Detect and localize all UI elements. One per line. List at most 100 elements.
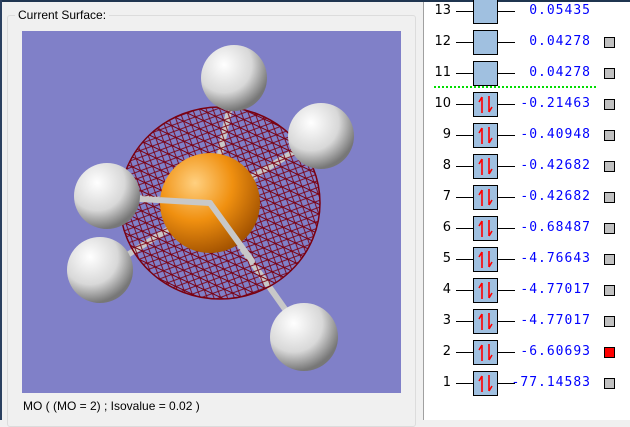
electron-pair-icon	[478, 189, 493, 206]
level-line	[456, 383, 473, 384]
orbital-row-5[interactable]: 5 -4.76643	[424, 247, 630, 273]
surface-toggle[interactable]	[604, 192, 615, 203]
surface-toggle[interactable]	[604, 99, 615, 110]
level-line	[456, 321, 473, 322]
orbital-box[interactable]	[473, 185, 498, 210]
orbital-number: 2	[442, 344, 451, 359]
surface-toggle[interactable]	[604, 378, 615, 389]
orbital-energy: -0.68487	[520, 220, 591, 235]
orbital-energy: -0.40948	[520, 127, 591, 142]
level-line	[456, 259, 473, 260]
orbital-energy: -4.77017	[520, 282, 591, 297]
level-line	[456, 135, 473, 136]
electron-pair-icon	[478, 127, 493, 144]
orbital-row-12[interactable]: 12 0.04278	[424, 30, 630, 56]
electron-pair-icon	[478, 251, 493, 268]
orbital-row-10[interactable]: 10 -0.21463	[424, 92, 630, 118]
level-line	[456, 42, 473, 43]
electron-pair-icon	[478, 344, 493, 361]
orbital-box[interactable]	[473, 92, 498, 117]
orbital-box[interactable]	[473, 154, 498, 179]
surface-toggle[interactable]	[604, 68, 615, 79]
level-line	[498, 321, 515, 322]
orbital-row-7[interactable]: 7 -0.42682	[424, 185, 630, 211]
level-line	[498, 259, 515, 260]
surface-toggle[interactable]	[604, 285, 615, 296]
orbital-row-11[interactable]: 11 0.04278	[424, 61, 630, 87]
level-line	[498, 228, 515, 229]
orbital-energy: -0.21463	[520, 96, 591, 111]
orbital-number: 12	[434, 34, 451, 49]
orbital-box[interactable]	[473, 123, 498, 148]
orbital-box[interactable]	[473, 247, 498, 272]
orbital-box[interactable]	[473, 0, 498, 24]
orbital-box[interactable]	[473, 340, 498, 365]
orbital-row-9[interactable]: 9 -0.40948	[424, 123, 630, 149]
orbital-box[interactable]	[473, 278, 498, 303]
level-line	[456, 104, 473, 105]
level-line	[498, 135, 515, 136]
orbital-row-1[interactable]: 1 -77.14583	[424, 371, 630, 397]
orbital-number: 10	[434, 96, 451, 111]
orbital-box[interactable]	[473, 30, 498, 55]
surface-toggle[interactable]	[604, 316, 615, 327]
level-line	[456, 197, 473, 198]
orbital-row-4[interactable]: 4 -4.77017	[424, 278, 630, 304]
orbital-box[interactable]	[473, 61, 498, 86]
orbital-row-8[interactable]: 8 -0.42682	[424, 154, 630, 180]
surface-toggle[interactable]	[604, 254, 615, 265]
orbital-number: 4	[442, 282, 451, 297]
electron-pair-icon	[478, 282, 493, 299]
orbital-number: 9	[442, 127, 451, 142]
molecule-viewport[interactable]	[22, 31, 401, 393]
level-line	[456, 228, 473, 229]
level-line	[498, 42, 515, 43]
level-line	[456, 290, 473, 291]
orbital-row-6[interactable]: 6 -0.68487	[424, 216, 630, 242]
level-line	[498, 352, 515, 353]
surface-toggle[interactable]	[604, 161, 615, 172]
level-line	[498, 11, 515, 12]
orbital-row-2[interactable]: 2 -6.60693	[424, 340, 630, 366]
orbital-energy: 0.04278	[529, 65, 591, 80]
hydrogen-atom	[74, 163, 140, 229]
group-label: Current Surface:	[15, 8, 110, 22]
hydrogen-atom	[201, 45, 267, 111]
orbital-number: 11	[434, 65, 451, 80]
hydrogen-atom	[67, 237, 133, 303]
orbital-energy: -77.14583	[511, 375, 591, 390]
orbital-number: 5	[442, 251, 451, 266]
orbital-number: 3	[442, 313, 451, 328]
level-line	[456, 352, 473, 353]
electron-pair-icon	[478, 313, 493, 330]
surface-toggle[interactable]	[604, 130, 615, 141]
orbital-energy: 0.04278	[529, 34, 591, 49]
surface-toggle[interactable]	[604, 37, 615, 48]
orbital-energy: -6.60693	[520, 344, 591, 359]
orbital-number: 13	[434, 3, 451, 18]
level-line	[456, 73, 473, 74]
level-line	[498, 104, 515, 105]
orbital-box[interactable]	[473, 371, 498, 396]
level-line	[498, 290, 515, 291]
electron-pair-icon	[478, 158, 493, 175]
orbital-energy: -0.42682	[520, 189, 591, 204]
surface-toggle[interactable]	[604, 347, 615, 358]
orbital-box[interactable]	[473, 309, 498, 334]
molecule-render	[67, 45, 354, 371]
level-line	[456, 166, 473, 167]
surface-toggle[interactable]	[604, 223, 615, 234]
orbital-row-3[interactable]: 3 -4.77017	[424, 309, 630, 335]
orbital-energy: -4.76643	[520, 251, 591, 266]
orbital-box[interactable]	[473, 216, 498, 241]
orbital-number: 7	[442, 189, 451, 204]
electron-pair-icon	[478, 220, 493, 237]
mo-diagram: 13 0.05435 12 0.04278 11 0.04278 10 -0.2…	[423, 0, 630, 420]
window-edge	[0, 0, 2, 420]
orbital-energy: -0.42682	[520, 158, 591, 173]
orbital-number: 1	[442, 375, 451, 390]
level-line	[498, 197, 515, 198]
level-line	[498, 73, 515, 74]
hydrogen-atom	[270, 303, 338, 371]
orbital-row-13[interactable]: 13 0.05435	[424, 0, 630, 25]
